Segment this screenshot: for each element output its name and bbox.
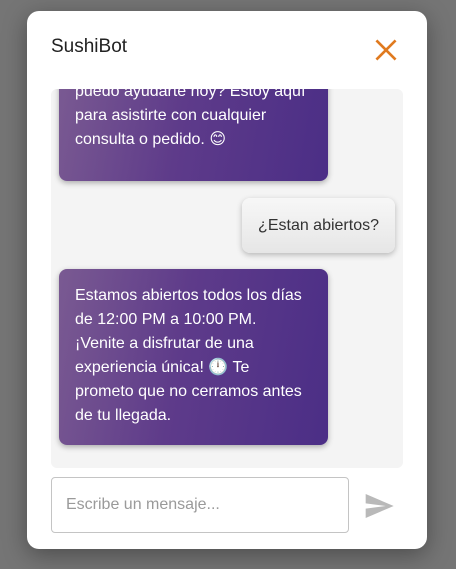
message-line: experiencia única! 🕛 Te: [75, 359, 250, 376]
message-line: Estamos abiertos todos los días: [75, 287, 302, 304]
message-line: consulta o pedido. 😊: [75, 131, 226, 148]
bot-message: puedo ayudarte hoy? Estoy aquí para asis…: [59, 89, 328, 181]
message-line: puedo ayudarte hoy? Estoy aquí: [75, 89, 306, 100]
bot-message: Estamos abiertos todos los días de 12:00…: [59, 269, 328, 445]
message-line: ¿Estan abiertos?: [258, 217, 379, 234]
dialog-title: SushiBot: [51, 36, 128, 57]
send-button[interactable]: [363, 490, 395, 522]
message-line: para asistirte con cualquier: [75, 107, 267, 124]
message-line: de 12:00 PM a 10:00 PM.: [75, 311, 257, 328]
message-line: prometo que no cerramos antes: [75, 383, 302, 400]
message-input[interactable]: [51, 477, 349, 533]
close-button[interactable]: [373, 37, 399, 63]
chat-messages[interactable]: puedo ayudarte hoy? Estoy aquí para asis…: [51, 89, 403, 468]
send-icon: [365, 494, 394, 518]
chat-dialog: SushiBot puedo ayudarte hoy? Estoy aquí …: [27, 11, 427, 549]
close-icon: [375, 39, 397, 61]
user-message: ¿Estan abiertos?: [242, 198, 395, 253]
message-line: de tu llegada.: [75, 407, 172, 424]
message-line: ¡Venite a disfrutar de una: [75, 335, 254, 352]
